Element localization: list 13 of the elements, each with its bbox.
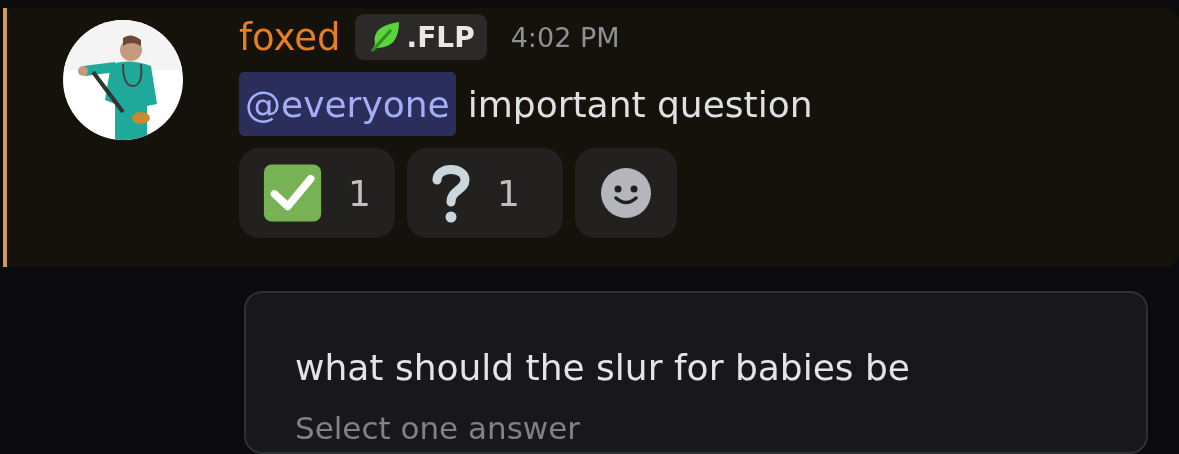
- poll-question: what should the slur for babies be: [295, 347, 911, 388]
- question-mark-icon: [431, 162, 471, 224]
- reaction-button[interactable]: 1: [407, 148, 563, 238]
- add-reaction-button[interactable]: [575, 148, 677, 238]
- mention-link[interactable]: @everyone: [239, 72, 456, 136]
- timestamp: 4:02 PM: [510, 21, 620, 53]
- username[interactable]: foxed: [239, 15, 341, 59]
- poll-hint: Select one answer: [295, 410, 581, 446]
- server-tag: .FLP: [354, 14, 487, 60]
- smiley-icon: [600, 167, 652, 219]
- reaction-button[interactable]: 1: [239, 148, 395, 238]
- check-mark-icon: [263, 162, 323, 224]
- message-text: important question: [467, 83, 813, 125]
